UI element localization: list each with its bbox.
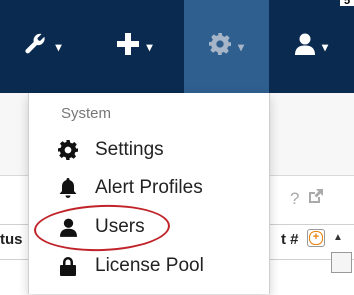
wrench-icon (24, 32, 48, 62)
menu-item-label: License Pool (95, 255, 204, 276)
column-header-status[interactable]: tus (0, 231, 23, 248)
menu-item-settings[interactable]: Settings (57, 132, 262, 168)
menu-item-label: Alert Profiles (95, 177, 203, 198)
add-column-button[interactable]: + (307, 229, 325, 247)
bell-icon (57, 177, 79, 199)
gear-icon (208, 32, 231, 61)
settings-dropdown-menu: System Settings Alert Profiles Users Lic… (28, 93, 270, 294)
corner-fragment: 5 (340, 0, 354, 7)
panel-tools: ? (290, 188, 324, 210)
lock-icon (57, 255, 79, 277)
dropdown-section-header: System (61, 105, 112, 122)
scroll-up-arrow[interactable]: ▲ (333, 232, 343, 243)
external-link-icon[interactable] (307, 188, 324, 210)
tools-menu-button[interactable]: ▾ (0, 0, 86, 93)
plus-icon (117, 32, 140, 61)
chevron-down-icon: ▾ (146, 39, 153, 54)
menu-item-license-pool[interactable]: License Pool (57, 248, 262, 284)
chevron-down-icon: ▾ (321, 39, 329, 54)
user-icon (294, 33, 315, 61)
user-menu-button[interactable]: ▾ (269, 0, 354, 93)
add-menu-button[interactable]: ▾ (86, 0, 184, 93)
help-icon[interactable]: ? (290, 189, 299, 209)
settings-menu-button[interactable]: ▾ (184, 0, 269, 93)
top-navbar: ▾ ▾ ▾ ▾ (0, 0, 354, 93)
menu-item-label: Settings (95, 139, 164, 160)
gear-icon (57, 139, 79, 161)
menu-item-alert-profiles[interactable]: Alert Profiles (57, 170, 262, 206)
plus-circle-icon: + (309, 231, 323, 245)
chevron-down-icon: ▾ (237, 39, 245, 54)
scrollbar-thumb[interactable] (331, 252, 352, 273)
chevron-down-icon: ▾ (55, 39, 62, 54)
column-header-count[interactable]: t # (281, 231, 299, 248)
